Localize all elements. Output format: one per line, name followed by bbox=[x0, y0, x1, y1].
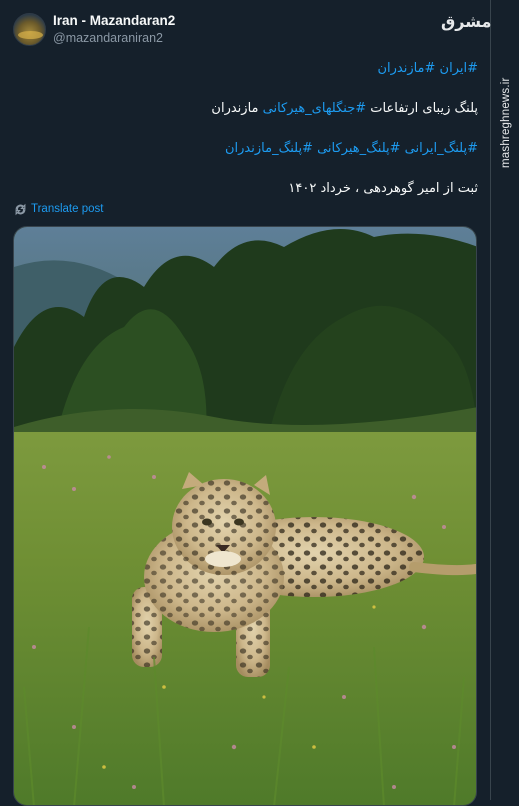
tweet-text-prefix: پلنگ زیبای ارتفاعات bbox=[366, 101, 478, 116]
hashtag-link[interactable]: #جنگلهای_هیرکانی bbox=[263, 101, 367, 116]
column-divider bbox=[490, 0, 491, 800]
watermark-site: mashreghnews.ir bbox=[500, 77, 512, 168]
photo-credit-text: ثبت از امیر گوهردهی ، خرداد ۱۴۰۲ bbox=[288, 181, 478, 196]
leopard-photo bbox=[14, 227, 476, 805]
tweet: Iran - Mazandaran2 @mazandaraniran2 #ایر… bbox=[0, 0, 490, 806]
mashregh-logo: مشرق bbox=[441, 12, 492, 31]
translate-post-button[interactable]: Translate post bbox=[14, 201, 103, 217]
avatar[interactable] bbox=[13, 13, 46, 46]
translate-icon bbox=[15, 203, 26, 215]
tweet-header: Iran - Mazandaran2 @mazandaraniran2 bbox=[13, 12, 483, 50]
tweet-text-suffix: مازندران bbox=[211, 101, 263, 116]
tweet-text-line: پلنگ زیبای ارتفاعات #جنگلهای_هیرکانی ماز… bbox=[211, 101, 478, 116]
hashtag-line[interactable]: #پلنگ_ایرانی #پلنگ_هیرکانی #پلنگ_مازندرا… bbox=[225, 141, 478, 156]
hashtag-line[interactable]: #ایران #مازندران bbox=[377, 61, 478, 76]
watermark: mashreghnews.ir bbox=[500, 8, 516, 208]
display-name[interactable]: Iran - Mazandaran2 bbox=[53, 13, 175, 28]
translate-label: Translate post bbox=[31, 203, 104, 215]
tweet-photo[interactable] bbox=[13, 226, 477, 806]
handle[interactable]: @mazandaraniran2 bbox=[53, 31, 163, 45]
